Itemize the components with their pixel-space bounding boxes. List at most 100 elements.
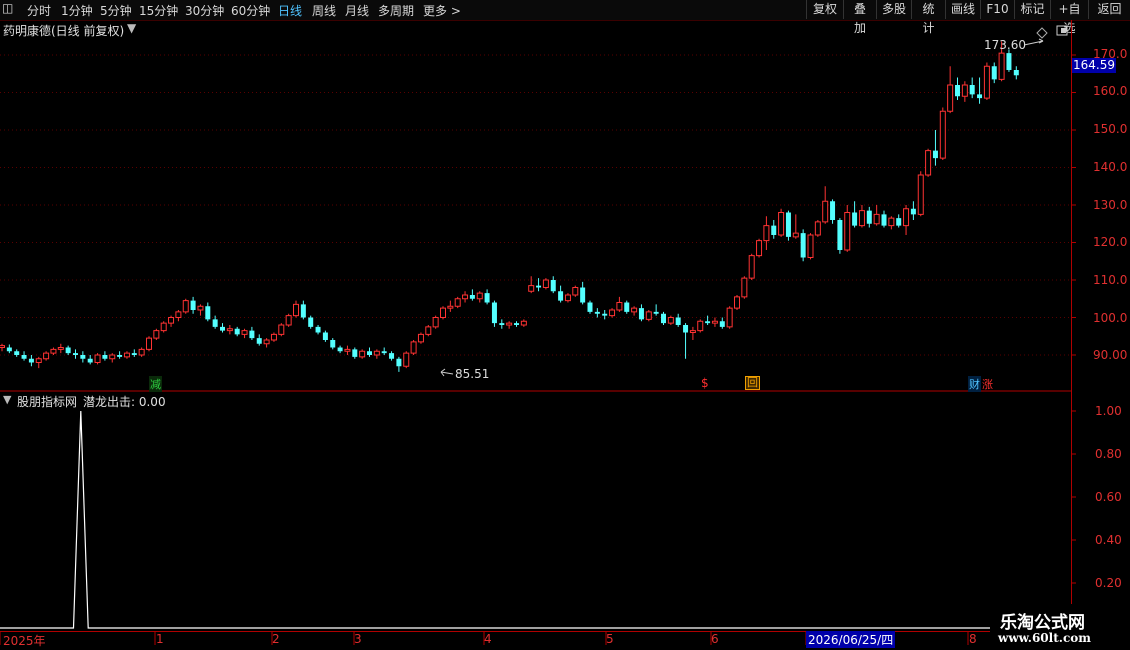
candle-body [939, 110, 946, 159]
candle-body [932, 150, 938, 159]
candle-body [146, 337, 152, 350]
candle-body [506, 322, 513, 326]
time-tick: 1 [156, 632, 164, 646]
event-marker-reduce[interactable]: 减 [149, 376, 162, 392]
candle-body [21, 355, 27, 359]
indicator-menu-icon[interactable]: ▼ [3, 393, 11, 406]
price-tick: 170.0 [1093, 47, 1128, 61]
candle-body [564, 294, 571, 302]
candle-body [73, 353, 78, 355]
candle-body [220, 326, 225, 331]
candle-body [536, 285, 542, 288]
candle-body [961, 84, 968, 97]
candle-body [594, 311, 600, 314]
candle-body [396, 358, 402, 367]
candle-body [1013, 70, 1019, 76]
candle-body [109, 354, 116, 360]
candle-body [102, 355, 108, 359]
candle-body [241, 330, 248, 335]
candle-body [212, 319, 218, 327]
diamond-icon[interactable] [1036, 27, 1048, 39]
chart-canvas[interactable] [0, 0, 1130, 650]
candle-body [785, 212, 791, 237]
candle-body [123, 352, 130, 358]
candle-body [0, 345, 5, 348]
indicator-tick: 0.80 [1095, 447, 1122, 461]
candle-body [858, 210, 865, 227]
chevron-down-icon[interactable]: ▼ [127, 21, 136, 35]
candle-body [653, 311, 659, 314]
time-tick: 2025年 [3, 634, 46, 648]
candle-body [719, 321, 725, 327]
candle-body [138, 348, 145, 356]
candle-body [822, 200, 829, 223]
candle-body [734, 296, 740, 309]
price-tick: 150.0 [1093, 122, 1128, 136]
candle-body [35, 358, 42, 363]
price-tick: 90.00 [1093, 348, 1128, 362]
candle-body [726, 307, 733, 328]
candle-body [616, 302, 623, 311]
candle-body [763, 225, 770, 242]
time-tick: 4 [484, 632, 492, 646]
candle-body [667, 317, 674, 324]
candle-body [278, 324, 285, 335]
watermark-url: www.60lt.com [998, 631, 1091, 645]
candle-body [991, 66, 997, 80]
time-tick: 8 [969, 632, 977, 646]
time-tick: 6 [711, 632, 719, 646]
candle-body [572, 287, 579, 296]
candle-body [293, 303, 299, 317]
candle-body [866, 210, 872, 224]
candle-body [558, 291, 564, 301]
candle-body [87, 358, 93, 363]
candle-body [381, 351, 387, 354]
indicator-line [0, 410, 1044, 629]
candle-body [263, 339, 270, 345]
time-tick: 2 [272, 632, 280, 646]
candle-body [6, 347, 12, 352]
main-grid [0, 54, 1076, 356]
candle-body [528, 285, 535, 292]
price-tick: 120.0 [1093, 235, 1128, 249]
indicator-tick: 0.60 [1095, 490, 1122, 504]
candlestick-series [0, 41, 1019, 372]
candle-body [315, 326, 321, 333]
candle-body [837, 220, 843, 250]
candle-body [683, 325, 689, 333]
candle-body [117, 355, 123, 357]
candle-body [403, 352, 410, 367]
candle-body [881, 214, 887, 226]
candle-body [998, 52, 1005, 80]
candle-body [844, 212, 851, 251]
candle-body [344, 348, 351, 352]
candle-body [778, 212, 785, 236]
candle-body [491, 302, 497, 324]
indicator-series-label: 潜龙出击: 0.00 [83, 395, 166, 409]
candle-body [330, 340, 336, 348]
candle-body [645, 311, 652, 320]
candle-body [389, 353, 395, 359]
candle-body [175, 311, 182, 318]
candle-body [550, 280, 556, 292]
candle-body [300, 304, 306, 318]
indicator-series [0, 410, 1044, 629]
candle-body [447, 305, 454, 309]
candle-body [308, 317, 314, 327]
candle-body [520, 320, 527, 326]
candle-body [741, 277, 748, 298]
candle-body [440, 307, 446, 318]
event-marker-buyback[interactable]: 回 [745, 376, 760, 390]
candle-body [270, 333, 277, 341]
event-marker-rise[interactable]: 涨 [982, 376, 993, 392]
candle-body [80, 355, 86, 359]
candle-body [153, 330, 160, 339]
candle-body [322, 332, 328, 340]
candle-body [182, 300, 189, 313]
time-tick: 5 [606, 632, 614, 646]
low-price-label: 85.51 [455, 367, 490, 381]
event-marker-finance[interactable]: 财 [968, 376, 981, 392]
candle-body [602, 313, 608, 316]
candle-body [168, 317, 175, 324]
event-marker-dividend[interactable]: $ [701, 376, 709, 390]
